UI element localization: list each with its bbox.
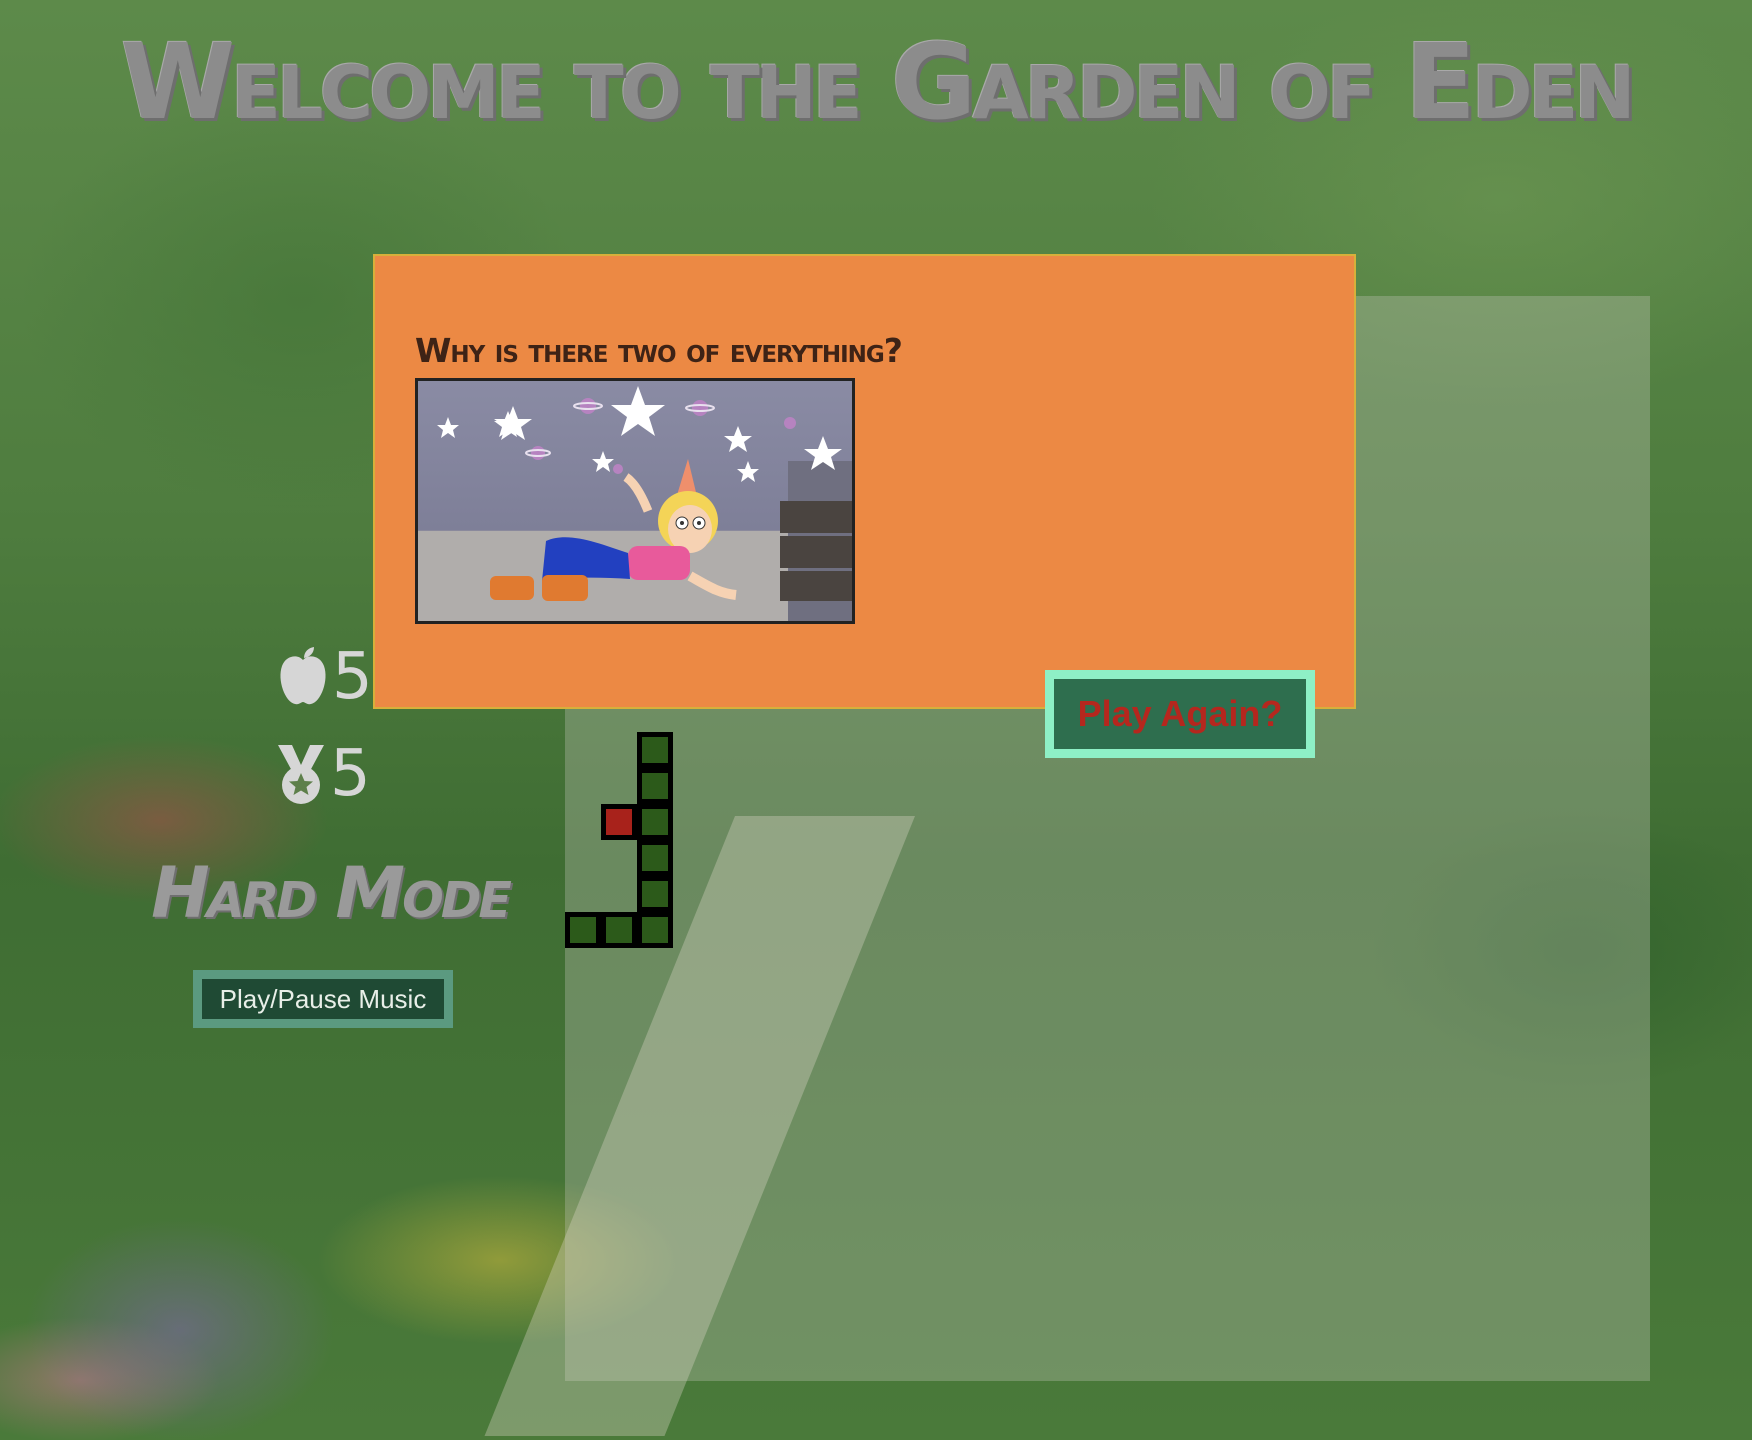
snake-segment xyxy=(637,804,673,840)
apple-count: 5 xyxy=(276,645,373,709)
medal-icon xyxy=(274,743,330,805)
difficulty-mode-label: Hard Mode xyxy=(151,852,512,934)
apple-icon xyxy=(276,646,332,708)
game-over-modal: Why is there two of everything? xyxy=(373,254,1356,709)
garden-path-decoration xyxy=(484,816,915,1436)
snake-segment xyxy=(565,912,601,948)
modal-heading: Why is there two of everything? xyxy=(415,331,903,370)
page-title: Welcome to the Garden of Eden xyxy=(120,21,1635,143)
snake-segment xyxy=(637,912,673,948)
snake-segment xyxy=(637,768,673,804)
play-again-button[interactable]: Play Again? xyxy=(1045,670,1315,758)
cartoon-girl-seeing-stars-gif xyxy=(415,378,855,624)
snake-segment xyxy=(601,912,637,948)
snake-segment xyxy=(637,732,673,768)
snake-segment xyxy=(637,840,673,876)
high-score: 5 xyxy=(274,742,371,806)
high-score-value: 5 xyxy=(330,737,371,811)
play-pause-music-button[interactable]: Play/Pause Music xyxy=(193,970,453,1028)
food-apple xyxy=(601,804,637,840)
snake-segment xyxy=(637,876,673,912)
apple-count-value: 5 xyxy=(332,640,373,714)
